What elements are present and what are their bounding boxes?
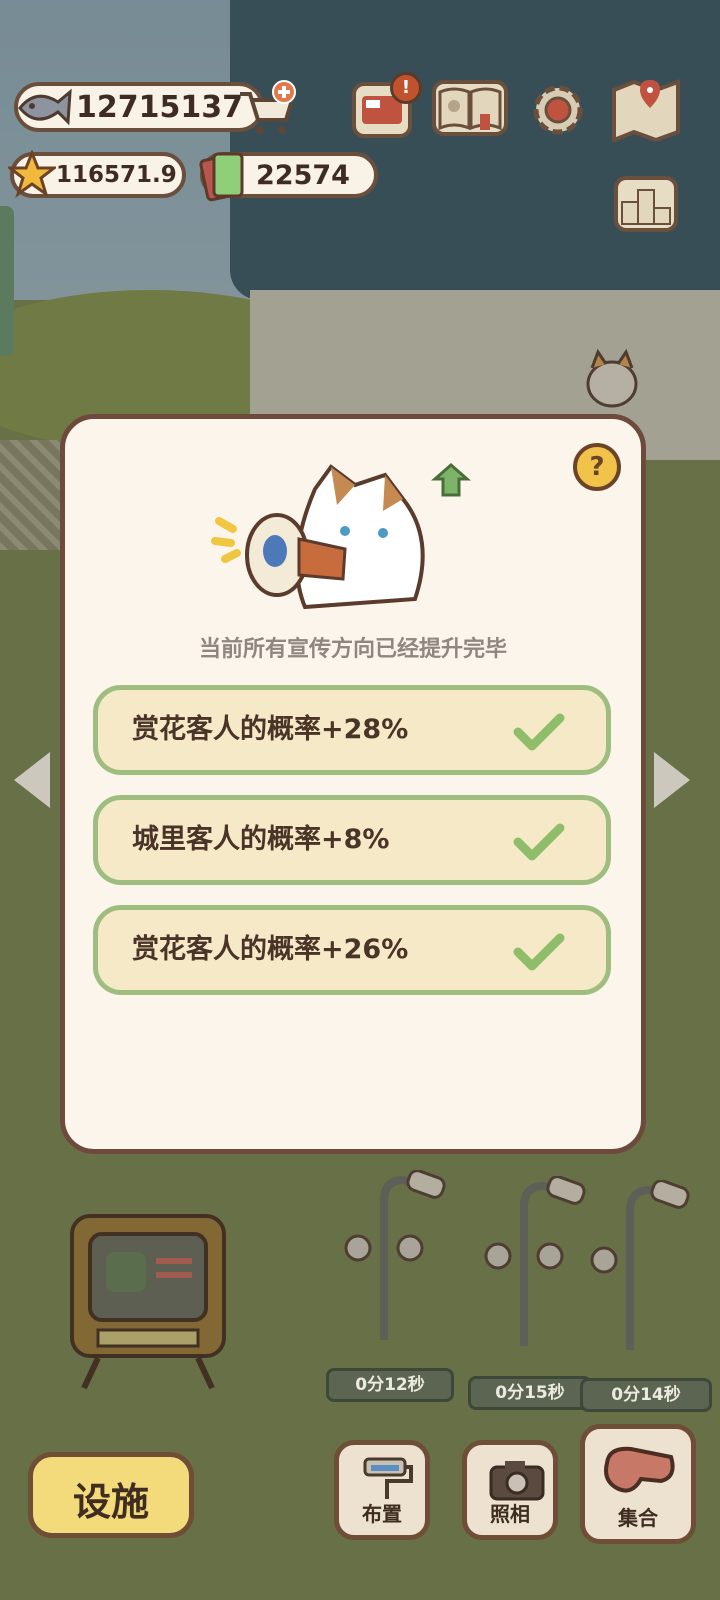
album-button[interactable] [432,80,508,136]
star-count: 116571.9 [56,162,177,188]
star-icon [8,150,56,198]
promotion-option-2: 城里客人的概率+8% [93,795,611,885]
option-label: 赏花客人的概率+26% [132,934,409,965]
lamp-timer-3: 0分14秒 [580,1378,712,1412]
lamp-timer-1: 0分12秒 [326,1368,454,1402]
checkmark-icon [513,933,565,971]
ranking-button[interactable] [614,176,678,232]
facility-button[interactable]: 设施 [28,1452,194,1538]
promotion-option-3: 赏花客人的概率+26% [93,905,611,995]
checkmark-icon [513,823,565,861]
right-arrow-icon[interactable] [654,752,690,808]
promotion-option-1: 赏花客人的概率+28% [93,685,611,775]
facility-label: 设施 [72,1480,149,1524]
left-arrow-icon[interactable] [14,752,50,808]
lamp-timer-2: 0分15秒 [468,1376,592,1410]
layout-button[interactable]: 布置 [334,1440,430,1540]
podium-icon [621,189,671,225]
photo-label: 照相 [490,1502,530,1526]
gather-label: 集合 [618,1506,658,1530]
cat-megaphone-illustration [211,463,471,610]
side-drawer-tab[interactable] [0,206,14,356]
help-button[interactable]: ? [573,443,621,491]
ticket-count: 22574 [256,159,350,191]
fish-icon [18,88,72,126]
promotion-complete-dialog: ? 当前所有宣传方向已经提升完毕 赏花客人的概率+28% 城里客人的概率+8% … [60,414,646,1154]
mail-notification-badge: ! [390,72,422,104]
fish-count: 12715137 [76,89,243,125]
ticket-icon [199,152,244,202]
photo-button[interactable]: 照相 [462,1440,558,1540]
map-icon[interactable] [610,78,682,142]
shop-cart-icon[interactable] [236,80,298,138]
whistle-icon [604,1446,675,1493]
gather-button[interactable]: 集合 [580,1424,696,1544]
book-icon [438,87,502,131]
layout-label: 布置 [362,1502,402,1526]
option-label: 赏花客人的概率+28% [132,714,409,745]
checkmark-icon [513,713,565,751]
option-label: 城里客人的概率+8% [132,824,390,855]
dialog-subtitle: 当前所有宣传方向已经提升完毕 [198,637,507,662]
gear-icon[interactable] [528,80,588,140]
